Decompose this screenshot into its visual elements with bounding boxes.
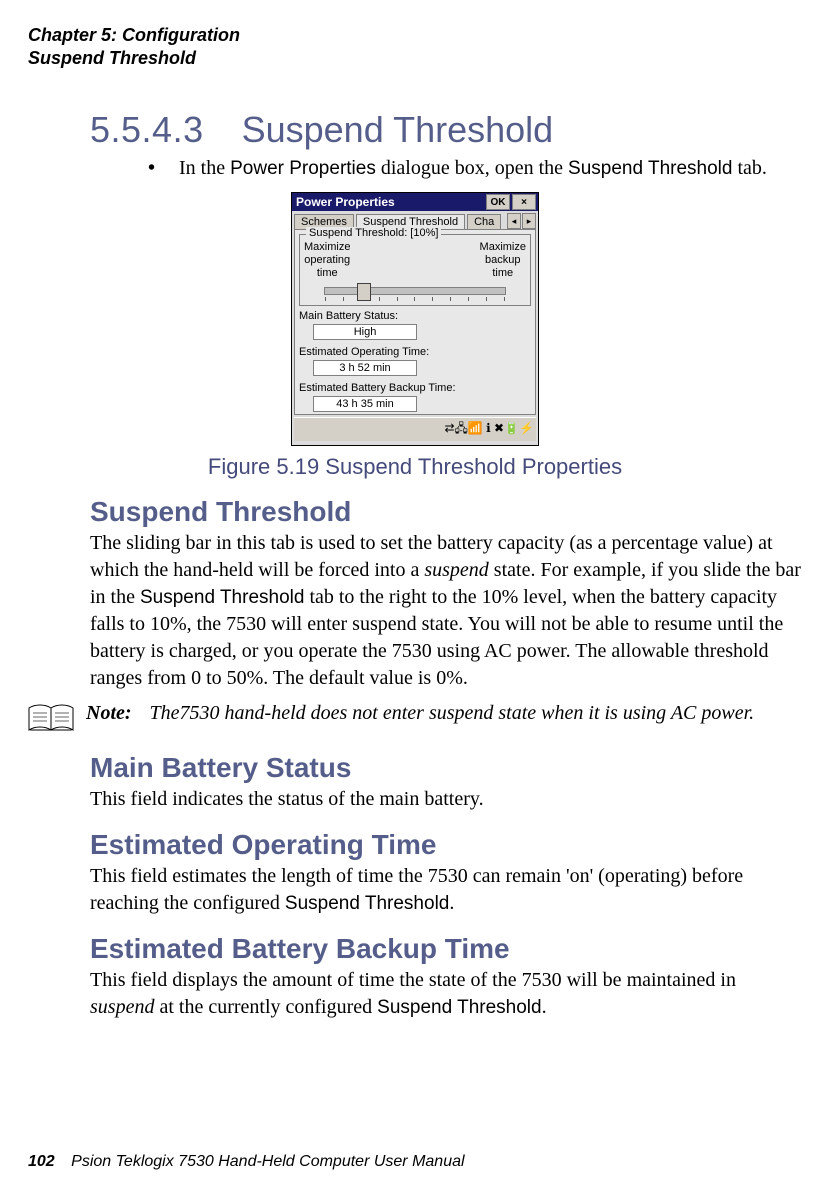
slider-label-left: Maximize operating time [304, 241, 350, 281]
page-header: Chapter 5: Configuration Suspend Thresho… [28, 24, 802, 69]
instruction-bullet: • In the Power Properties dialogue box, … [148, 155, 802, 182]
paragraph-suspend-threshold: The sliding bar in this tab is used to s… [90, 530, 802, 692]
bullet-text-b: dialogue box, open the [376, 157, 568, 179]
note-text: The7530 hand-held does not enter suspend… [150, 702, 755, 724]
group-legend: Suspend Threshold: [10%] [306, 227, 441, 239]
bullet-text-c: tab. [732, 157, 766, 179]
subhead-estimated-battery-backup-time: Estimated Battery Backup Time [90, 933, 802, 965]
eot-text-c: . [449, 892, 454, 914]
header-section: Suspend Threshold [28, 47, 802, 70]
tab-cha-truncated[interactable]: Cha [467, 214, 501, 229]
book-title: Psion Teklogix 7530 Hand-Held Computer U… [71, 1153, 464, 1170]
slider-left-l3: time [304, 267, 350, 280]
ebbt-text-e: . [542, 996, 547, 1018]
slider-right-l2: backup [480, 254, 526, 267]
slider-thumb-icon[interactable] [357, 283, 371, 301]
dialog-body: Suspend Threshold: [10%] Maximize operat… [294, 229, 536, 415]
tab-scroll-right-icon[interactable]: ▸ [522, 213, 536, 229]
estimated-backup-time-value: 43 h 35 min [313, 396, 417, 412]
dialog-title: Power Properties [294, 195, 484, 209]
paragraph-estimated-battery-backup-time: This field displays the amount of time t… [90, 967, 802, 1021]
estimated-operating-time-label: Estimated Operating Time: [299, 346, 531, 358]
main-battery-status-label: Main Battery Status: [299, 310, 531, 322]
ok-button[interactable]: OK [486, 194, 510, 210]
st-italic-suspend: suspend [424, 559, 488, 581]
book-icon [28, 702, 74, 736]
slider-left-l1: Maximize [304, 241, 350, 254]
paragraph-estimated-operating-time: This field estimates the length of time … [90, 863, 802, 917]
suspend-threshold-group: Suspend Threshold: [10%] Maximize operat… [299, 234, 531, 306]
slider-right-l1: Maximize [480, 241, 526, 254]
tray-icons: ⇄🖧📶 ℹ ✖🔋⚡ [444, 419, 534, 440]
page-number: 102 [28, 1153, 55, 1170]
subhead-main-battery-status: Main Battery Status [90, 752, 802, 784]
section-title: Suspend Threshold [242, 109, 554, 150]
subhead-estimated-operating-time: Estimated Operating Time [90, 829, 802, 861]
ui-term-power-properties: Power Properties [230, 158, 376, 179]
slider-ticks [325, 297, 505, 301]
bullet-text-a: In the [179, 157, 230, 179]
ebbt-text-a: This field displays the amount of time t… [90, 969, 736, 991]
page-footer: 102 Psion Teklogix 7530 Hand-Held Comput… [28, 1153, 465, 1171]
note-lead: Note: [86, 702, 132, 724]
ui-term-suspend-threshold: Suspend Threshold [568, 158, 732, 179]
ebbt-text-c: at the currently configured [154, 996, 377, 1018]
dialog-titlebar: Power Properties OK × [292, 193, 538, 211]
slider-left-l2: operating [304, 254, 350, 267]
figure-caption: Figure 5.19 Suspend Threshold Properties [28, 454, 802, 480]
ebbt-italic-suspend: suspend [90, 996, 154, 1018]
estimated-operating-time-value: 3 h 52 min [313, 360, 417, 376]
bullet-marker: • [148, 155, 155, 182]
slider-label-right: Maximize backup time [480, 241, 526, 281]
tab-scroll-left-icon[interactable]: ◂ [507, 213, 521, 229]
section-number: 5.5.4.3 [90, 109, 204, 150]
main-battery-status-value: High [313, 324, 417, 340]
close-button[interactable]: × [512, 194, 536, 210]
subhead-suspend-threshold: Suspend Threshold [90, 496, 802, 528]
slider-right-l3: time [480, 267, 526, 280]
system-tray: ⇄🖧📶 ℹ ✖🔋⚡ [294, 417, 536, 441]
eot-ui-term: Suspend Threshold [285, 893, 449, 914]
st-ui-term: Suspend Threshold [140, 587, 304, 608]
header-chapter: Chapter 5: Configuration [28, 24, 802, 47]
note-block: Note: The7530 hand-held does not enter su… [28, 700, 802, 736]
paragraph-main-battery-status: This field indicates the status of the m… [90, 786, 802, 813]
estimated-backup-time-label: Estimated Battery Backup Time: [299, 382, 531, 394]
section-heading: 5.5.4.3 Suspend Threshold [90, 109, 802, 151]
ebbt-ui-term: Suspend Threshold [377, 997, 541, 1018]
power-properties-dialog: Power Properties OK × Schemes Suspend Th… [291, 192, 539, 446]
threshold-slider[interactable] [324, 287, 506, 295]
